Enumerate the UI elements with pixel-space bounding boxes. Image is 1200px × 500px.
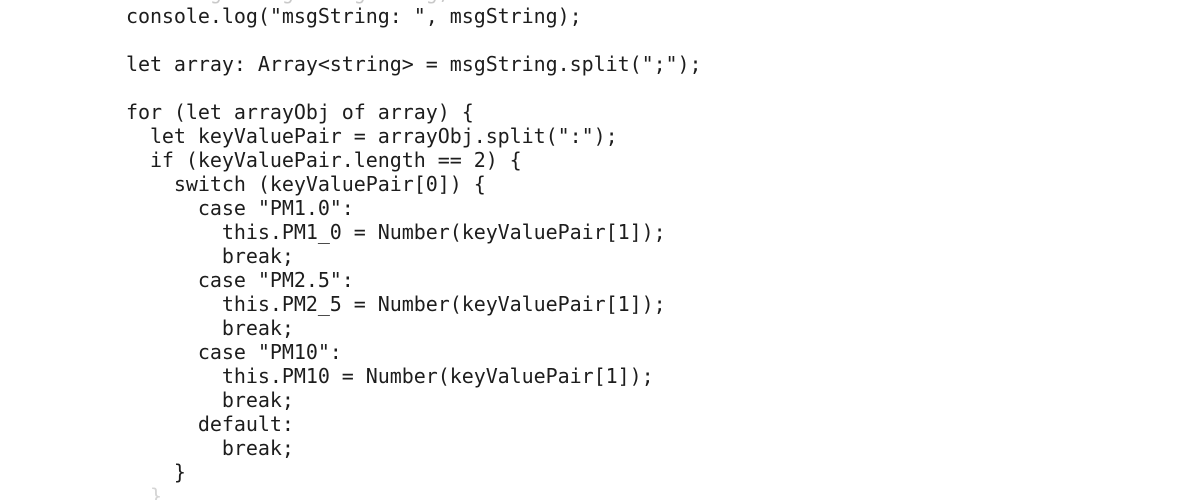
code-viewport[interactable]: this.msgString = msgString; console.log(… [0,0,1200,500]
code-line: break; [78,436,294,460]
code-line: case "PM1.0": [78,196,354,220]
code-line: let keyValuePair = arrayObj.split(":"); [78,124,618,148]
code-line: break; [78,316,294,340]
code-line: default: [78,412,294,436]
code-line: let array: Array<string> = msgString.spl… [78,52,702,76]
code-line: switch (keyValuePair[0]) { [78,172,486,196]
code-line: for (let arrayObj of array) { [78,100,474,124]
code-line: } [78,460,186,484]
code-line: this.PM2_5 = Number(keyValuePair[1]); [78,292,666,316]
code-line: if (keyValuePair.length == 2) { [78,148,522,172]
code-line: case "PM2.5": [78,268,354,292]
code-line: break; [78,388,294,412]
code-line: break; [78,244,294,268]
code-line: case "PM10": [78,340,342,364]
code-line: this.PM10 = Number(keyValuePair[1]); [78,364,654,388]
code-line: console.log("msgString: ", msgString); [78,4,582,28]
code-block[interactable]: this.msgString = msgString; console.log(… [78,0,702,500]
code-line: this.PM1_0 = Number(keyValuePair[1]); [78,220,666,244]
code-line: } [78,484,162,500]
